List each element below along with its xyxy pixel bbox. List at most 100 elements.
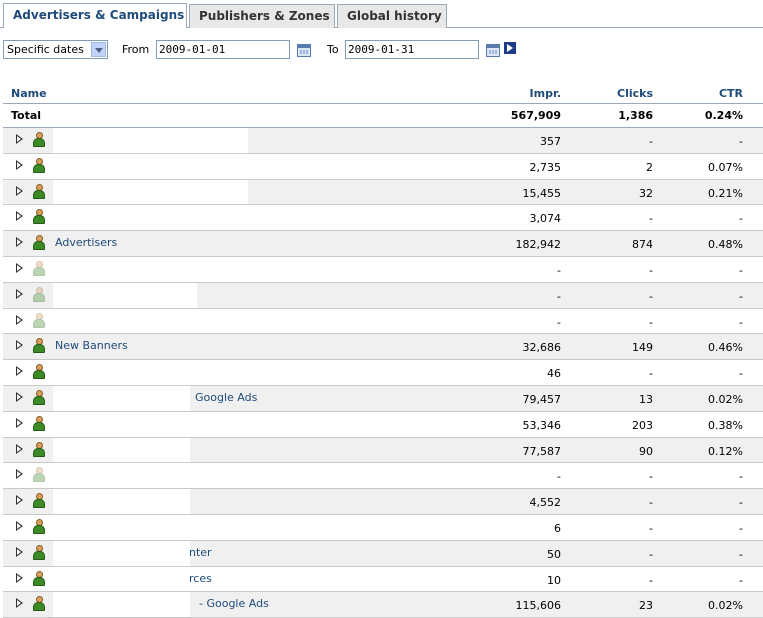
total-label: Total xyxy=(11,109,42,122)
impr-cell: 46 xyxy=(547,367,561,381)
expand-arrow-icon[interactable] xyxy=(16,211,23,222)
advertiser-name-link[interactable]: rces xyxy=(189,572,212,585)
tab-global-history[interactable]: Global history xyxy=(337,4,447,28)
ctr-cell: - xyxy=(739,212,743,226)
expand-arrow-icon[interactable] xyxy=(16,288,23,299)
expand-arrow-icon[interactable] xyxy=(16,443,23,454)
expand-arrow-icon[interactable] xyxy=(16,185,23,196)
tab-label: Global history xyxy=(347,9,442,23)
advertiser-icon xyxy=(33,286,45,303)
date-filter-bar: Specific dates From 2009-01-01 To 2009-0… xyxy=(0,40,763,60)
chevron-down-icon[interactable] xyxy=(91,42,106,57)
advertiser-name-link[interactable]: New Banners xyxy=(55,339,128,352)
advertiser-rows: 357 - - 2,735 2 0.07% 15,455 32 0.21% 3,074 - - Adve… xyxy=(3,128,763,618)
table-row: 2,735 2 0.07% xyxy=(3,153,763,180)
ctr-cell: 0.02% xyxy=(708,599,743,613)
advertiser-icon xyxy=(33,570,45,587)
expand-arrow-icon[interactable] xyxy=(16,546,23,557)
expand-arrow-icon[interactable] xyxy=(16,262,23,273)
to-date-input[interactable]: 2009-01-31 xyxy=(345,40,479,59)
to-label: To xyxy=(327,43,339,56)
ctr-cell: - xyxy=(739,135,743,148)
column-ctr-header[interactable]: CTR xyxy=(719,87,743,100)
clicks-cell: 203 xyxy=(632,418,653,432)
ctr-cell: - xyxy=(739,315,743,329)
redacted-area xyxy=(53,566,190,592)
expand-arrow-icon[interactable] xyxy=(16,314,23,325)
redacted-area xyxy=(53,360,190,385)
ctr-cell: 0.02% xyxy=(708,392,743,406)
ctr-cell: - xyxy=(739,521,743,535)
column-impr-header[interactable]: Impr. xyxy=(530,87,561,100)
impr-cell: 3,074 xyxy=(529,212,562,226)
expand-arrow-icon[interactable] xyxy=(16,598,23,609)
impr-cell: 77,587 xyxy=(522,444,562,458)
impr-cell: - xyxy=(557,315,561,329)
impr-cell: 32,686 xyxy=(522,341,562,355)
redacted-area xyxy=(53,592,190,618)
go-arrow-icon[interactable] xyxy=(504,42,516,54)
expand-arrow-icon[interactable] xyxy=(16,520,23,531)
impr-cell: 357 xyxy=(540,135,561,148)
ctr-cell: - xyxy=(739,496,743,510)
clicks-cell: 874 xyxy=(632,238,653,252)
impr-cell: 115,606 xyxy=(515,599,562,613)
clicks-cell: - xyxy=(649,263,653,277)
ctr-cell: - xyxy=(739,573,743,587)
table-row: nter 50 - - xyxy=(3,540,763,567)
table-row: 77,587 90 0.12% xyxy=(3,437,763,464)
expand-arrow-icon[interactable] xyxy=(16,495,23,506)
advertiser-name-link[interactable]: nter xyxy=(189,546,212,559)
impr-cell: - xyxy=(557,470,561,484)
clicks-cell: 149 xyxy=(632,341,653,355)
expand-arrow-icon[interactable] xyxy=(16,469,23,480)
redacted-area xyxy=(53,282,197,308)
expand-arrow-icon[interactable] xyxy=(16,391,23,402)
expand-arrow-icon[interactable] xyxy=(16,159,23,170)
impr-cell: 6 xyxy=(554,521,561,535)
table-row: rces 10 - - xyxy=(3,566,763,593)
clicks-cell: - xyxy=(649,496,653,510)
impr-cell: 10 xyxy=(547,573,561,587)
redacted-area xyxy=(53,463,190,489)
clicks-cell: - xyxy=(649,573,653,587)
table-row: 6 - - xyxy=(3,514,763,541)
table-row: --- xyxy=(3,308,763,335)
redacted-area xyxy=(53,179,248,205)
tab-publishers-zones[interactable]: Publishers & Zones xyxy=(189,4,335,28)
table-row: --- xyxy=(3,256,763,283)
table-header: Name Impr. Clicks CTR xyxy=(3,84,763,104)
advertiser-icon xyxy=(33,157,45,174)
from-date-input[interactable]: 2009-01-01 xyxy=(156,40,290,59)
redacted-area xyxy=(53,411,190,437)
expand-arrow-icon[interactable] xyxy=(16,237,23,248)
tab-advertisers-campaigns[interactable]: Advertisers & Campaigns xyxy=(3,3,187,28)
total-clicks: 1,386 xyxy=(618,109,653,122)
advertiser-icon xyxy=(33,312,45,329)
expand-arrow-icon[interactable] xyxy=(16,366,23,377)
advertiser-icon xyxy=(33,183,45,200)
advertiser-name-link[interactable]: - Google Ads xyxy=(199,597,269,610)
impr-cell: 2,735 xyxy=(529,160,562,174)
expand-arrow-icon[interactable] xyxy=(16,340,23,351)
expand-arrow-icon[interactable] xyxy=(16,417,23,428)
column-name-header[interactable]: Name xyxy=(11,87,47,100)
redacted-area xyxy=(53,205,248,231)
advertiser-name-link[interactable]: Advertisers xyxy=(55,236,117,249)
table-row: - Google Ads 115,606 23 0.02% xyxy=(3,592,763,618)
table-row: 15,455 32 0.21% xyxy=(3,179,763,206)
advertiser-name-link[interactable]: Google Ads xyxy=(195,391,257,404)
advertiser-icon xyxy=(33,518,45,535)
advertiser-icon xyxy=(33,493,45,509)
calendar-icon[interactable] xyxy=(297,44,311,57)
redacted-area xyxy=(53,256,197,282)
table-row: 357 - - xyxy=(3,128,763,154)
expand-arrow-icon[interactable] xyxy=(16,134,23,144)
expand-arrow-icon[interactable] xyxy=(16,572,23,583)
table-row: Advertisers 182,942 874 0.48% xyxy=(3,231,763,257)
column-clicks-header[interactable]: Clicks xyxy=(617,87,653,100)
calendar-icon[interactable] xyxy=(486,44,500,57)
period-select[interactable]: Specific dates xyxy=(3,40,108,59)
redacted-area xyxy=(53,489,190,514)
redacted-area xyxy=(53,540,190,566)
